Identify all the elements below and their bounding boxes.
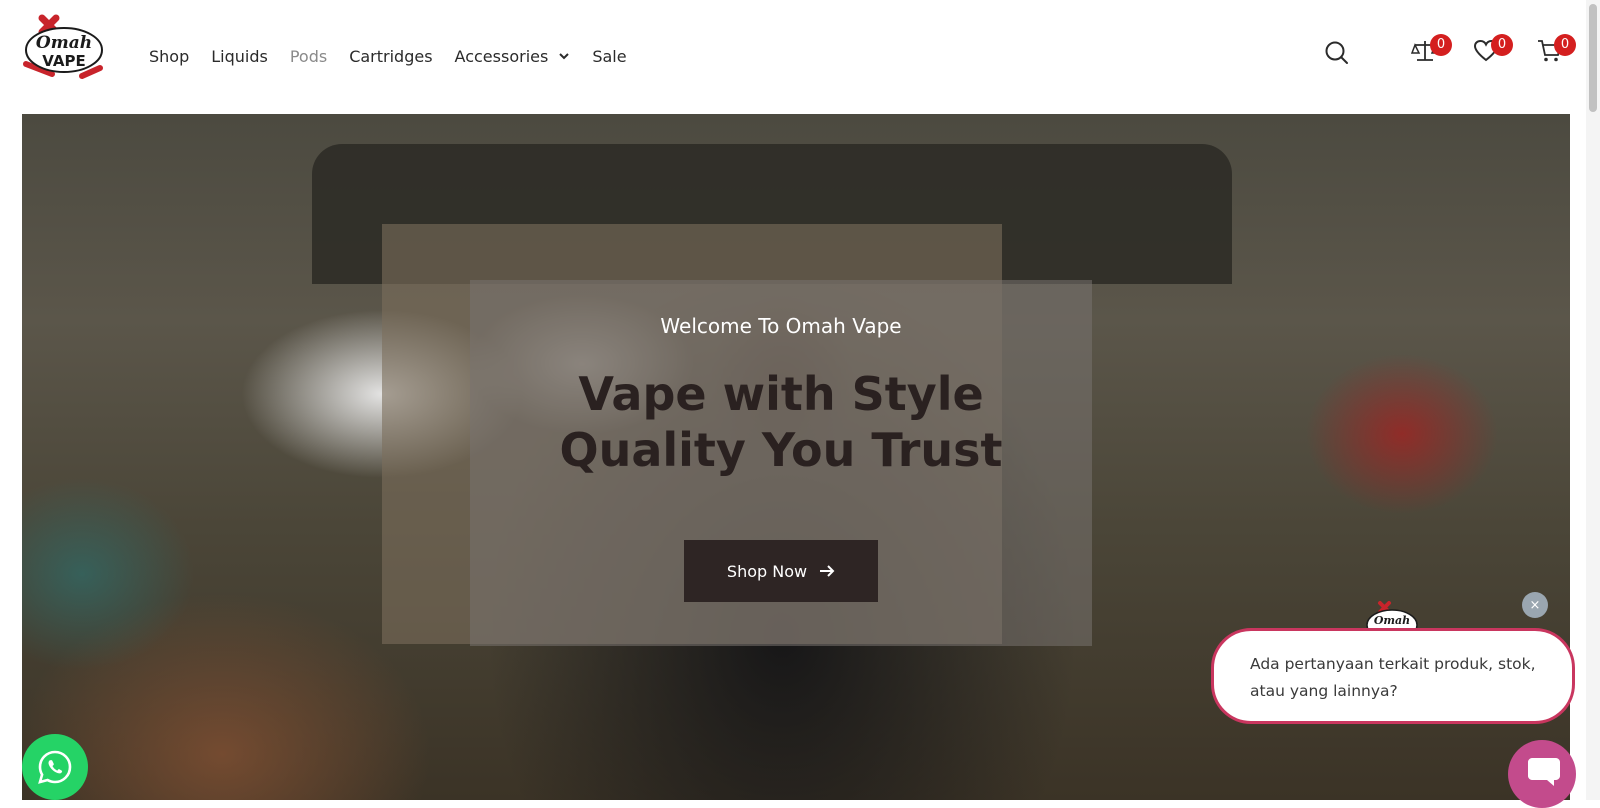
hero-title: Vape with Style Quality You Trust [470,366,1092,478]
logo-text-top: Omah [36,33,92,53]
main-navigation: Shop Liquids Pods Cartridges Accessories… [149,42,649,70]
hero-title-line-1: Vape with Style [578,367,984,421]
hero-eyebrow: Welcome To Omah Vape [660,314,902,338]
chat-prompt-line-2: atau yang lainnya? [1250,682,1398,700]
hero-content-box: Welcome To Omah Vape Vape with Style Qua… [470,280,1092,646]
wishlist-button[interactable]: 0 [1471,34,1513,68]
nav-item-pods[interactable]: Pods [290,47,327,66]
chat-avatar-text-top: Omah [1374,614,1410,627]
nav-item-liquids[interactable]: Liquids [211,47,268,66]
cart-count-badge: 0 [1554,34,1576,56]
wishlist-count-badge: 0 [1491,34,1513,56]
page-scrollbar[interactable] [1586,0,1600,800]
nav-item-shop[interactable]: Shop [149,47,189,66]
chat-prompt-line-1: Ada pertanyaan terkait produk, stok, [1250,655,1536,673]
shop-now-label: Shop Now [726,561,808,581]
scrollbar-thumb[interactable] [1589,4,1597,112]
search-icon[interactable] [1322,38,1352,68]
shop-now-button[interactable]: Shop Now [684,540,878,602]
nav-item-cartridges[interactable]: Cartridges [349,47,432,66]
whatsapp-icon [38,750,72,784]
site-header: Omah VAPE Shop Liquids Pods Cartridges A… [0,0,1600,112]
compare-count-badge: 0 [1430,34,1452,56]
chat-prompt-bubble[interactable]: Ada pertanyaan terkait produk, stok, ata… [1211,628,1575,724]
omah-vape-logo[interactable]: Omah VAPE [22,14,106,80]
cart-button[interactable]: 0 [1534,34,1576,68]
chat-bubble-icon [1528,758,1560,786]
compare-button[interactable]: 0 [1410,34,1452,68]
nav-item-accessories-label: Accessories [454,46,549,66]
chat-close-button[interactable]: × [1522,592,1548,618]
arrow-right-icon [820,565,835,577]
whatsapp-button[interactable] [22,734,88,800]
hero-title-line-2: Quality You Trust [559,423,1003,477]
chevron-down-icon [558,52,570,60]
nav-item-accessories[interactable]: Accessories [455,47,571,66]
logo-text-bottom: VAPE [42,52,85,70]
nav-item-sale[interactable]: Sale [592,47,626,66]
chat-launcher-button[interactable] [1508,740,1576,808]
